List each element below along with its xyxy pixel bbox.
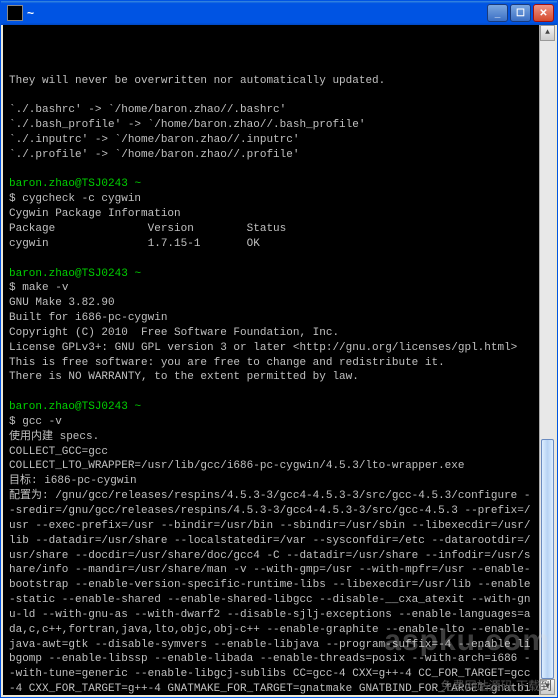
output-line: `./.bash_profile' -> `/home/baron.zhao//… <box>9 119 365 131</box>
output-line: `./.profile' -> `/home/baron.zhao//.prof… <box>9 149 299 161</box>
close-icon: ✕ <box>539 8 547 19</box>
prompt-symbol: $ <box>9 193 16 205</box>
prompt-user: baron.zhao@TSJ0243 <box>9 178 128 190</box>
command: make -v <box>22 282 68 294</box>
window-title: ~ <box>27 6 487 20</box>
scroll-down-button[interactable]: ▼ <box>540 679 555 695</box>
terminal-icon <box>7 5 23 21</box>
scroll-thumb[interactable] <box>541 439 554 679</box>
output-line: 使用内建 specs. <box>9 431 99 443</box>
output-line: COLLECT_LTO_WRAPPER=/usr/lib/gcc/i686-pc… <box>9 460 464 472</box>
output-line: Package Version Status <box>9 223 286 235</box>
output-line: `./.bashrc' -> `/home/baron.zhao//.bashr… <box>9 104 286 116</box>
prompt-symbol: $ <box>9 416 16 428</box>
output-line: cygwin 1.7.15-1 OK <box>9 238 260 250</box>
terminal-content: They will never be overwritten nor autom… <box>9 59 549 697</box>
minimize-button[interactable]: _ <box>487 4 508 22</box>
output-line: Cygwin Package Information <box>9 208 181 220</box>
output-line: There is NO WARRANTY, to the extent perm… <box>9 371 359 383</box>
scroll-up-button[interactable]: ▲ <box>540 25 555 41</box>
terminal-viewport[interactable]: They will never be overwritten nor autom… <box>1 25 557 697</box>
prompt-path: ~ <box>134 268 141 280</box>
output-line: Built for i686-pc-cygwin <box>9 312 167 324</box>
output-line: License GPLv3+: GNU GPL version 3 or lat… <box>9 342 517 354</box>
close-button[interactable]: ✕ <box>533 4 554 22</box>
output-line: Copyright (C) 2010 Free Software Foundat… <box>9 327 339 339</box>
minimize-icon: _ <box>495 8 501 19</box>
output-line: 配置为: /gnu/gcc/releases/respins/4.5.3-3/g… <box>9 490 531 697</box>
output-line: `./.inputrc' -> `/home/baron.zhao//.inpu… <box>9 134 299 146</box>
prompt-user: baron.zhao@TSJ0243 <box>9 268 128 280</box>
window-controls: _ ☐ ✕ <box>487 4 554 22</box>
prompt-symbol: $ <box>9 282 16 294</box>
scroll-track[interactable] <box>540 41 555 679</box>
output-line: 目标: i686-pc-cygwin <box>9 475 137 487</box>
scrollbar[interactable]: ▲ ▼ <box>539 25 555 695</box>
output-line: They will never be overwritten nor autom… <box>9 75 385 87</box>
maximize-icon: ☐ <box>516 8 525 19</box>
output-line: This is free software: you are free to c… <box>9 357 445 369</box>
terminal-window: ~ _ ☐ ✕ They will never be overwritten n… <box>0 0 558 698</box>
prompt-user: baron.zhao@TSJ0243 <box>9 401 128 413</box>
command: gcc -v <box>22 416 62 428</box>
prompt-path: ~ <box>134 178 141 190</box>
output-line: GNU Make 3.82.90 <box>9 297 115 309</box>
maximize-button[interactable]: ☐ <box>510 4 531 22</box>
command: cygcheck -c cygwin <box>22 193 141 205</box>
prompt-path: ~ <box>134 401 141 413</box>
titlebar[interactable]: ~ _ ☐ ✕ <box>1 1 557 25</box>
output-line: COLLECT_GCC=gcc <box>9 446 108 458</box>
